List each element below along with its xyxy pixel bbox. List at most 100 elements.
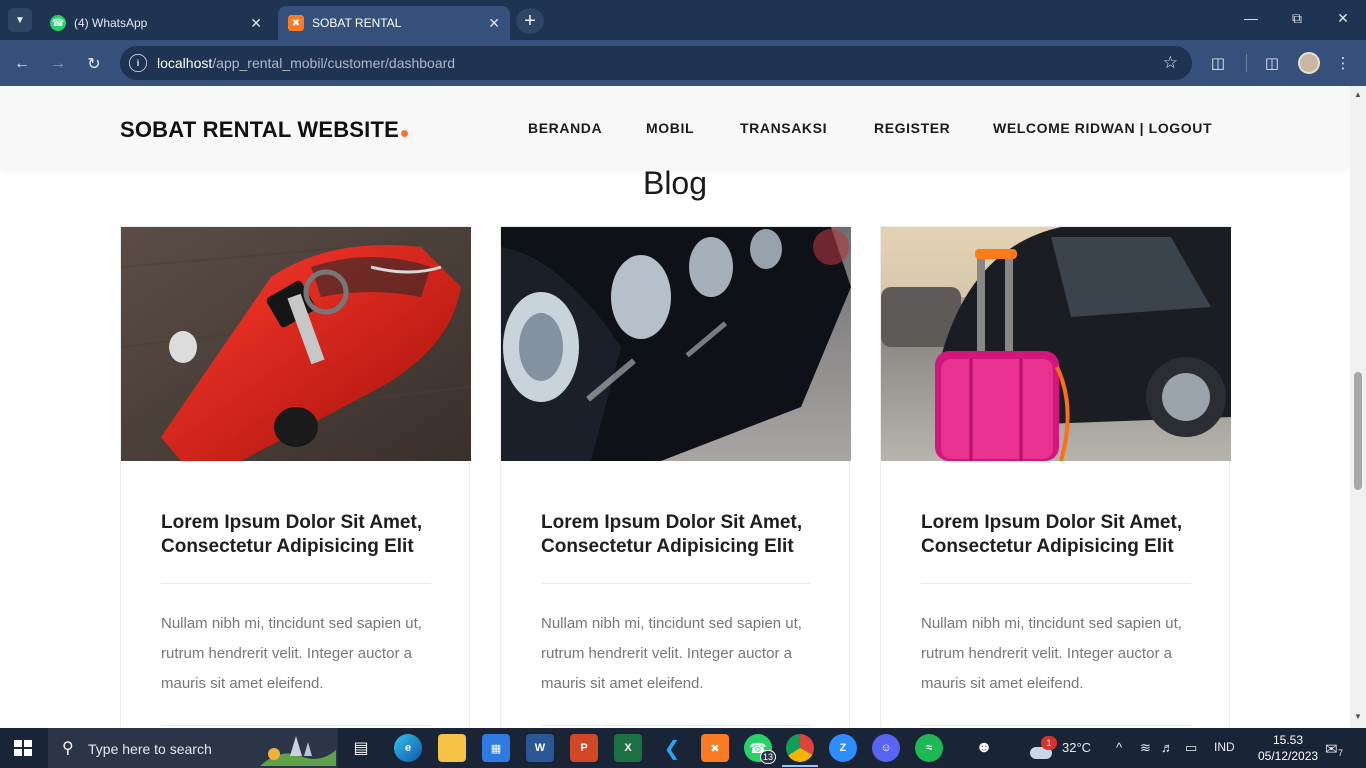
edge-icon[interactable]: e <box>394 734 422 762</box>
search-placeholder: Type here to search <box>88 741 212 757</box>
file-explorer-icon[interactable] <box>438 734 466 762</box>
divider <box>161 583 431 584</box>
discord-icon[interactable]: ☺ <box>872 734 900 762</box>
reload-icon: ↻ <box>87 56 101 73</box>
search-highlight-illustration <box>260 730 336 766</box>
blog-image-car-headlights[interactable] <box>501 227 851 461</box>
wifi-icon[interactable]: ≋ <box>1140 740 1151 756</box>
zoom-icon[interactable]: Z <box>829 734 857 762</box>
blog-image-red-car[interactable] <box>121 227 471 461</box>
clock-time: 15.53 <box>1272 733 1304 747</box>
xampp-icon[interactable]: ✖ <box>701 734 729 762</box>
reload-button[interactable]: ↻ <box>82 52 106 76</box>
minimize-button[interactable]: — <box>1241 10 1261 26</box>
menu-transaksi[interactable]: TRANSAKSI <box>740 120 827 136</box>
more-menu-icon[interactable]: ⋮ <box>1332 52 1354 74</box>
page-viewport: SOBAT RENTAL WEBSITE BERANDA MOBIL TRANS… <box>0 86 1350 728</box>
arrow-right-icon: → <box>50 55 66 72</box>
blog-card[interactable]: Lorem Ipsum Dolor Sit Amet, Consectetur … <box>120 226 471 728</box>
site-brand[interactable]: SOBAT RENTAL WEBSITE <box>120 117 408 143</box>
blog-heading: Blog <box>642 165 708 201</box>
plus-icon: + <box>524 9 536 32</box>
tab-search-button[interactable]: ▼ <box>8 8 32 32</box>
system-clock[interactable]: 15.53 05/12/2023 <box>1258 732 1318 764</box>
xampp-icon: ✖ <box>288 15 304 31</box>
blog-post-excerpt: Nullam nibh mi, tincidunt sed sapien ut,… <box>921 615 1182 692</box>
menu-register[interactable]: REGISTER <box>874 120 950 136</box>
chevron-down-icon: ▼ <box>15 14 25 26</box>
chrome-active-indicator <box>782 765 818 767</box>
brand-text: SOBAT RENTAL WEBSITE <box>120 117 399 142</box>
bookmark-star-icon[interactable]: ☆ <box>1163 53 1178 73</box>
menu-welcome-logout[interactable]: WELCOME RIDWAN | LOGOUT <box>993 120 1212 136</box>
profile-avatar[interactable] <box>1298 52 1320 74</box>
whatsapp-badge: 13 <box>760 750 776 764</box>
powerpoint-icon[interactable]: P <box>570 734 598 762</box>
blog-post-title[interactable]: Lorem Ipsum Dolor Sit Amet, Consectetur … <box>921 511 1201 559</box>
tab-whatsapp[interactable]: ☎ (4) WhatsApp ✕ <box>40 6 272 40</box>
weather-badge: 1 <box>1041 736 1057 750</box>
chrome-icon[interactable] <box>786 734 814 762</box>
tab-sobat-rental[interactable]: ✖ SOBAT RENTAL ✕ <box>278 6 510 40</box>
scrollbar-thumb[interactable] <box>1354 372 1362 490</box>
blog-post-excerpt: Nullam nibh mi, tincidunt sed sapien ut,… <box>161 615 422 692</box>
toolbar-divider <box>1246 54 1247 72</box>
scroll-down-icon[interactable]: ▼ <box>1354 712 1362 721</box>
temperature[interactable]: 32°C <box>1062 740 1091 755</box>
url-text: localhost/app_rental_mobil/customer/dash… <box>157 55 455 71</box>
notification-count: 7 <box>1338 748 1344 758</box>
windows-start-icon[interactable] <box>14 740 32 756</box>
url-host: localhost <box>157 55 213 71</box>
blog-card[interactable]: Lorem Ipsum Dolor Sit Amet, Consectetur … <box>500 226 851 728</box>
browser-toolbar: ← → ↻ i localhost/app_rental_mobil/custo… <box>0 40 1366 86</box>
scroll-up-icon[interactable]: ▲ <box>1354 90 1362 99</box>
minimize-icon: — <box>1244 10 1258 26</box>
site-navbar: SOBAT RENTAL WEBSITE BERANDA MOBIL TRANS… <box>0 86 1350 168</box>
windows-taskbar: ⚲ Type here to search ▤ e ▦ W P X ❮ ✖ ☎ … <box>0 728 1366 768</box>
battery-icon[interactable]: ▭ <box>1185 740 1197 756</box>
tab-title: (4) WhatsApp <box>74 16 148 30</box>
page-scrollbar[interactable]: ▲ ▼ <box>1350 86 1366 728</box>
taskbar-search[interactable]: ⚲ Type here to search <box>48 728 338 768</box>
menu-mobil[interactable]: MOBIL <box>646 120 694 136</box>
excel-icon[interactable]: X <box>614 734 642 762</box>
new-tab-button[interactable]: + <box>516 8 544 34</box>
clock-date: 05/12/2023 <box>1258 749 1319 763</box>
whatsapp-icon: ☎ <box>50 15 66 31</box>
browser-tab-bar: ▼ ☎ (4) WhatsApp ✕ ✖ SOBAT RENTAL ✕ + — … <box>0 0 1366 40</box>
close-icon: ✕ <box>1337 10 1349 26</box>
restore-icon: ⧉ <box>1292 10 1302 26</box>
divider <box>541 583 811 584</box>
vscode-icon[interactable]: ❮ <box>658 734 686 762</box>
close-window-button[interactable]: ✕ <box>1333 10 1353 27</box>
language-indicator[interactable]: IND <box>1214 740 1235 754</box>
spotify-icon[interactable]: ≈ <box>915 734 943 762</box>
people-icon[interactable]: ☻ <box>970 734 998 762</box>
brand-dot <box>401 130 408 137</box>
close-tab-icon[interactable]: ✕ <box>488 15 500 32</box>
chevron-up-icon[interactable]: ^ <box>1116 740 1122 755</box>
restore-button[interactable]: ⧉ <box>1287 10 1307 27</box>
divider <box>921 725 1191 726</box>
blog-image-suitcase-car[interactable] <box>881 227 1231 461</box>
blog-post-title[interactable]: Lorem Ipsum Dolor Sit Amet, Consectetur … <box>161 511 441 559</box>
address-bar[interactable]: i localhost/app_rental_mobil/customer/da… <box>120 46 1192 80</box>
info-icon[interactable]: i <box>129 54 147 72</box>
notification-icon[interactable]: ✉ <box>1325 740 1338 758</box>
volume-icon[interactable]: ♬ <box>1161 740 1174 755</box>
back-button[interactable]: ← <box>10 52 34 76</box>
divider <box>541 725 811 726</box>
menu-beranda[interactable]: BERANDA <box>528 120 602 136</box>
close-tab-icon[interactable]: ✕ <box>250 15 262 32</box>
divider <box>921 583 1191 584</box>
arrow-left-icon: ← <box>14 55 30 72</box>
blog-post-title[interactable]: Lorem Ipsum Dolor Sit Amet, Consectetur … <box>541 511 821 559</box>
forward-button[interactable]: → <box>46 52 70 76</box>
task-view-icon[interactable]: ▤ <box>347 734 375 762</box>
blog-card[interactable]: Lorem Ipsum Dolor Sit Amet, Consectetur … <box>880 226 1231 728</box>
word-icon[interactable]: W <box>526 734 554 762</box>
divider <box>161 725 431 726</box>
side-panel-icon[interactable]: ◫ <box>1261 52 1283 74</box>
microsoft-store-icon[interactable]: ▦ <box>482 734 510 762</box>
extensions-icon[interactable]: ◫ <box>1207 52 1229 74</box>
